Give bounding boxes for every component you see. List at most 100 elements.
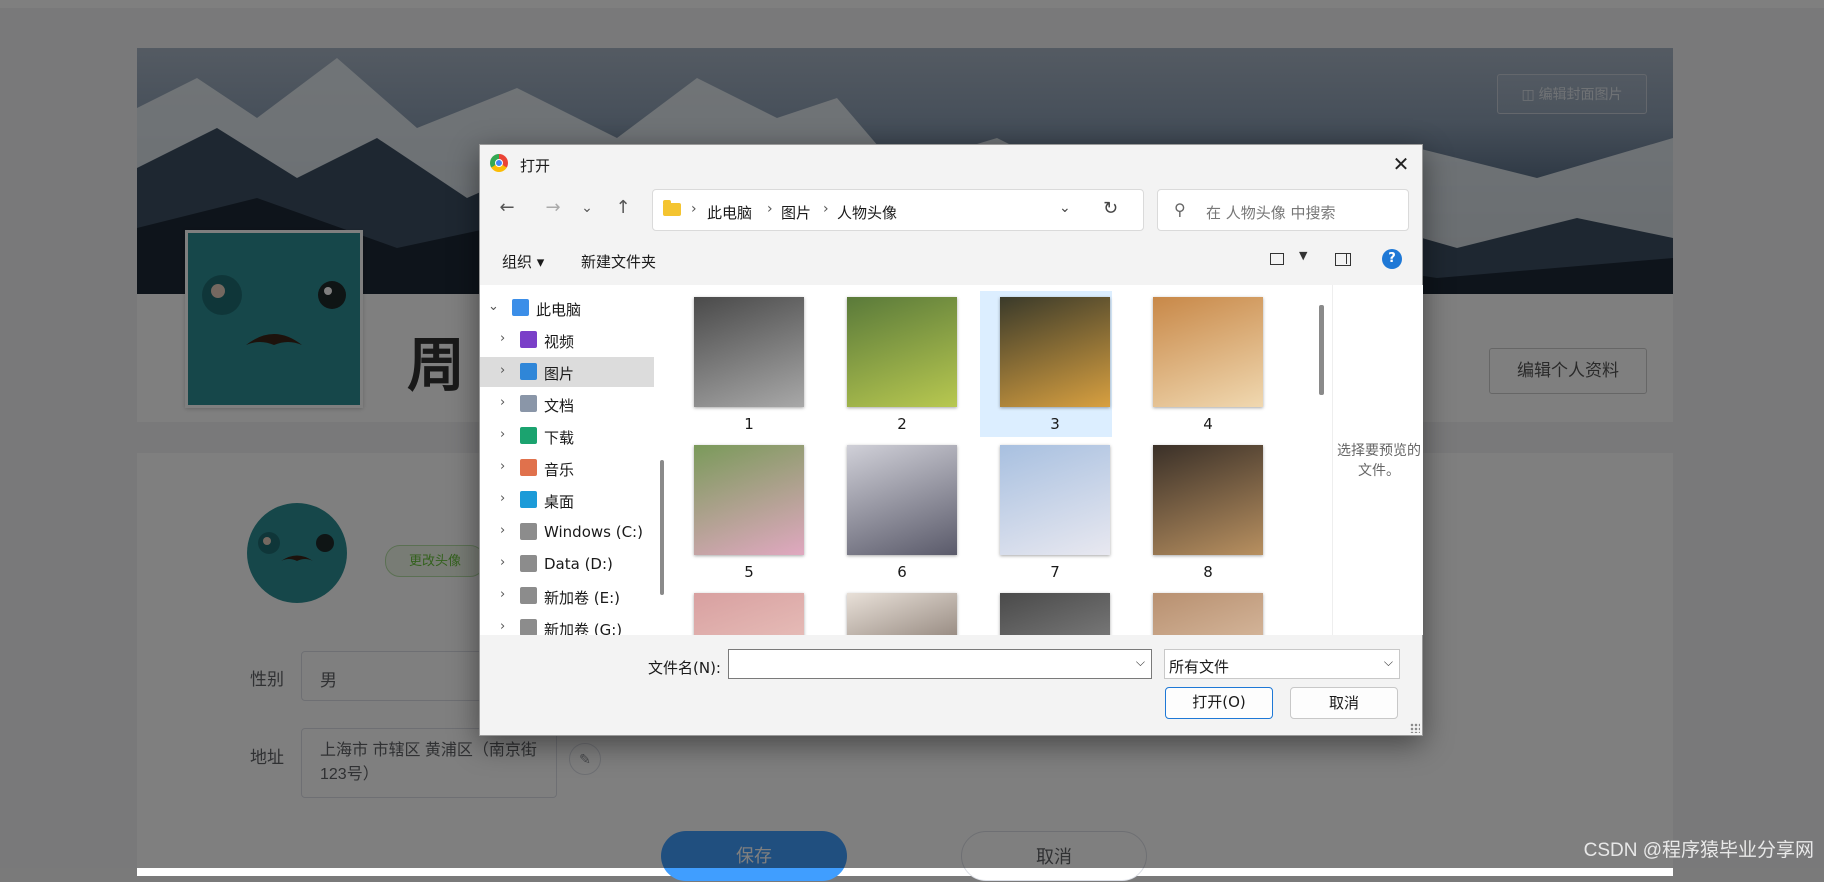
help-icon[interactable]: ?: [1382, 249, 1402, 269]
file-item[interactable]: [980, 587, 1112, 635]
tree-item-label: Data (D:): [544, 555, 613, 573]
file-item[interactable]: 5: [674, 439, 806, 585]
tree-item[interactable]: › 新加卷 (E:): [480, 581, 654, 611]
image-thumbnail: [1153, 593, 1263, 635]
close-icon[interactable]: ✕: [1386, 149, 1416, 179]
tree-item[interactable]: › Windows (C:): [480, 517, 654, 547]
chevron-right-icon: ›: [691, 201, 697, 217]
tree-item-label: 视频: [544, 333, 575, 351]
filename-label: 文件名(N):: [648, 659, 721, 677]
chevron-right-icon[interactable]: ›: [500, 395, 505, 410]
chrome-icon: [490, 154, 508, 172]
cancel-button[interactable]: 取消: [1290, 687, 1398, 719]
file-name: 1: [744, 415, 754, 433]
chevron-right-icon[interactable]: ›: [500, 459, 505, 474]
view-dropdown-icon[interactable]: ▼: [1299, 249, 1307, 262]
forward-arrow-icon[interactable]: →: [540, 195, 566, 221]
resize-grip-icon[interactable]: [1410, 723, 1420, 733]
navigation-pane: ⌄ 此电脑 › 视频 › 图片 › 文档 › 下载 › 音乐 › 桌面 › Windows (C:) › Data…: [480, 285, 654, 635]
pictures-icon: [520, 363, 537, 380]
preview-pane: 选择要预览的文件。: [1332, 285, 1423, 635]
tree-item-label: 下载: [544, 429, 575, 447]
tree-item[interactable]: › 下载: [480, 421, 654, 451]
file-item[interactable]: [827, 587, 959, 635]
view-mode-icon[interactable]: [1270, 253, 1284, 265]
address-bar[interactable]: › 此电脑 › 图片 › 人物头像 ⌄ ↻: [652, 189, 1144, 231]
breadcrumb-pictures[interactable]: 图片: [781, 202, 811, 223]
tree-item[interactable]: › 视频: [480, 325, 654, 355]
tree-item-label: 文档: [544, 397, 575, 415]
nav-scrollbar[interactable]: [660, 460, 664, 595]
up-arrow-icon[interactable]: ↑: [610, 195, 636, 221]
chevron-right-icon[interactable]: ›: [500, 555, 505, 570]
image-thumbnail: [1000, 593, 1110, 635]
chevron-right-icon[interactable]: ›: [500, 427, 505, 442]
filename-input[interactable]: ⌵: [728, 649, 1152, 679]
chevron-right-icon[interactable]: ›: [500, 331, 505, 346]
breadcrumb-portraits[interactable]: 人物头像: [837, 202, 897, 223]
tree-item-label: 新加卷 (G:): [544, 621, 623, 635]
filetype-select[interactable]: 所有文件 ⌵: [1164, 649, 1400, 679]
chevron-right-icon: ›: [767, 201, 773, 217]
file-item[interactable]: 1: [674, 291, 806, 437]
dialog-title: 打开: [520, 157, 551, 175]
file-name: 3: [1050, 415, 1060, 433]
image-thumbnail: [847, 297, 957, 407]
tree-item-label: 音乐: [544, 461, 575, 479]
preview-pane-icon[interactable]: [1335, 253, 1351, 266]
chevron-right-icon[interactable]: ›: [500, 587, 505, 602]
file-item[interactable]: [1133, 587, 1265, 635]
watermark: CSDN @程序猿毕业分享网: [1583, 840, 1814, 861]
breadcrumb-this-pc[interactable]: 此电脑: [707, 202, 752, 223]
chevron-right-icon: ›: [823, 201, 829, 217]
tree-item-label: 新加卷 (E:): [544, 589, 621, 607]
drive-icon: [520, 555, 537, 572]
documents-icon: [520, 395, 537, 412]
file-open-dialog: 打开 ✕ ← → ⌄ ↑ › 此电脑 › 图片 › 人物头像 ⌄ ↻ ⚲ 在 人…: [479, 144, 1423, 736]
tree-item-label: 此电脑: [536, 301, 582, 319]
file-item[interactable]: 2: [827, 291, 959, 437]
file-scrollbar[interactable]: [1319, 305, 1324, 395]
open-button[interactable]: 打开(O): [1165, 687, 1273, 719]
pc-icon: [512, 299, 529, 316]
image-thumbnail: [1153, 297, 1263, 407]
tree-item[interactable]: › 新加卷 (G:): [480, 613, 654, 635]
music-icon: [520, 459, 537, 476]
file-item[interactable]: 7: [980, 439, 1112, 585]
file-item[interactable]: 8: [1133, 439, 1265, 585]
file-item[interactable]: 6: [827, 439, 959, 585]
recent-locations-icon[interactable]: ⌄: [574, 195, 600, 221]
image-thumbnail: [694, 297, 804, 407]
drive-icon: [520, 587, 537, 604]
folder-icon: [663, 200, 681, 216]
tree-item[interactable]: ⌄ 此电脑: [480, 293, 654, 323]
chevron-down-icon[interactable]: ⌄: [488, 299, 499, 314]
chevron-down-icon[interactable]: ⌵: [1136, 655, 1145, 670]
refresh-icon[interactable]: ↻: [1103, 198, 1118, 219]
file-item[interactable]: 4: [1133, 291, 1265, 437]
download-icon: [520, 427, 537, 444]
chevron-right-icon[interactable]: ›: [500, 523, 505, 538]
chevron-right-icon[interactable]: ›: [500, 363, 505, 378]
tree-item[interactable]: › 桌面: [480, 485, 654, 515]
new-folder-button[interactable]: 新建文件夹: [581, 251, 656, 272]
tree-item[interactable]: › 图片: [480, 357, 654, 387]
chevron-down-icon[interactable]: ⌄: [1059, 200, 1071, 216]
chevron-right-icon[interactable]: ›: [500, 491, 505, 506]
back-arrow-icon[interactable]: ←: [494, 195, 520, 221]
chevron-right-icon[interactable]: ›: [500, 619, 505, 634]
file-item[interactable]: 3: [980, 291, 1112, 437]
organize-menu[interactable]: 组织 ▾: [502, 251, 544, 272]
file-item[interactable]: [674, 587, 806, 635]
drive-icon: [520, 523, 537, 540]
file-name: 4: [1203, 415, 1213, 433]
video-icon: [520, 331, 537, 348]
tree-item[interactable]: › 音乐: [480, 453, 654, 483]
search-box[interactable]: ⚲ 在 人物头像 中搜索: [1157, 189, 1409, 231]
tree-item[interactable]: › Data (D:): [480, 549, 654, 579]
image-thumbnail: [1000, 297, 1110, 407]
tree-item-label: Windows (C:): [544, 523, 643, 541]
tree-item[interactable]: › 文档: [480, 389, 654, 419]
image-thumbnail: [847, 593, 957, 635]
tree-item-label: 图片: [544, 365, 575, 383]
